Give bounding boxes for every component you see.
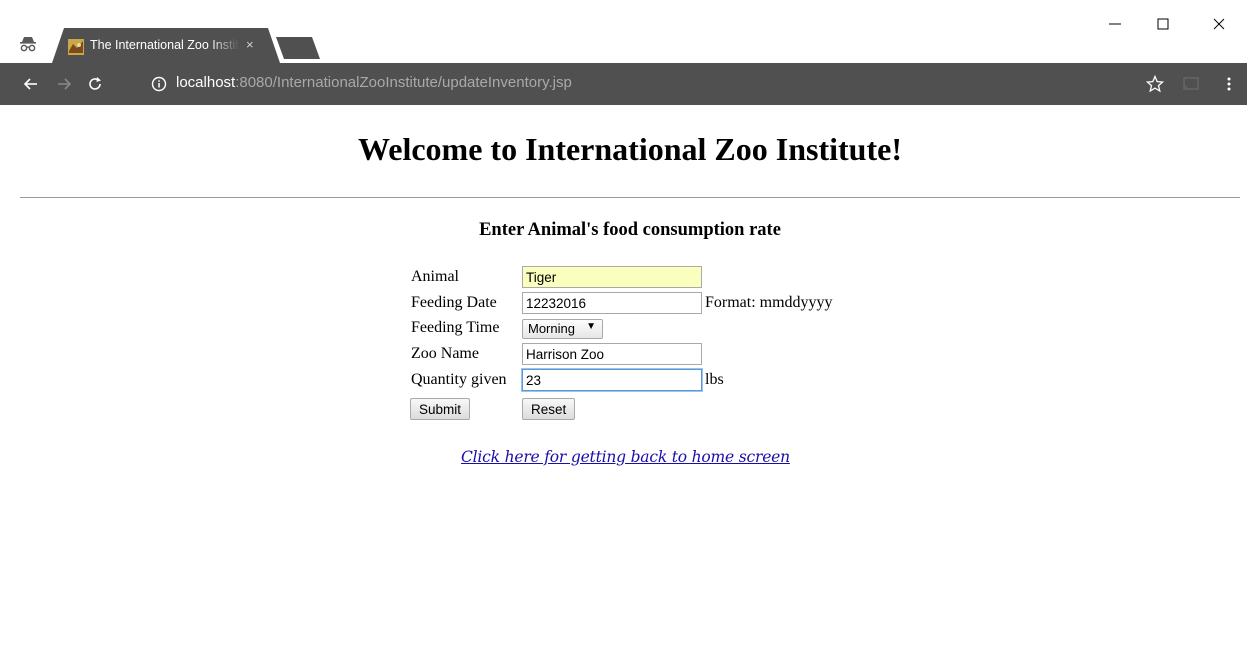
submit-button[interactable]: Submit xyxy=(410,398,471,420)
address-bar[interactable]: localhost:8080/InternationalZooInstitute… xyxy=(149,72,1149,96)
animal-input[interactable] xyxy=(522,266,702,288)
star-icon xyxy=(1146,75,1164,93)
form-heading: Enter Animal's food consumption rate xyxy=(479,220,781,240)
forward-button[interactable] xyxy=(53,73,75,95)
back-button[interactable] xyxy=(20,73,42,95)
reset-button[interactable]: Reset xyxy=(522,398,576,420)
close-button[interactable] xyxy=(1196,8,1242,40)
feeding-time-value: Morning xyxy=(528,321,575,336)
zoo-name-label: Zoo Name xyxy=(411,345,479,362)
title-bar: The International Zoo Institute × xyxy=(0,0,1247,63)
forward-arrow-icon xyxy=(58,78,72,90)
info-icon[interactable] xyxy=(149,73,169,93)
page-title: Welcome to International Zoo Institute! xyxy=(358,131,902,167)
browser-tab[interactable]: The International Zoo Institute × xyxy=(52,28,280,63)
new-tab-button[interactable] xyxy=(276,37,320,59)
home-link[interactable]: Click here for getting back to home scre… xyxy=(461,448,790,466)
quantity-label: Quantity given xyxy=(411,371,507,388)
feeding-time-select[interactable]: Morning ▼ xyxy=(522,319,603,339)
maximize-icon xyxy=(1157,18,1169,30)
feeding-date-input[interactable] xyxy=(522,292,702,314)
cast-icon xyxy=(1183,77,1199,90)
zoo-favicon-icon xyxy=(68,39,84,55)
feeding-time-label: Feeding Time xyxy=(411,319,500,336)
feeding-date-label: Feeding Date xyxy=(411,294,497,311)
minimize-button[interactable] xyxy=(1092,8,1138,40)
minimize-icon xyxy=(1109,23,1121,25)
tab-title: The International Zoo Institute xyxy=(90,38,240,52)
horizontal-rule xyxy=(20,197,1240,198)
url-path: :8080/InternationalZooInstitute/updateIn… xyxy=(235,74,572,91)
quantity-unit: lbs xyxy=(705,371,724,388)
menu-button[interactable] xyxy=(1218,73,1240,95)
reload-button[interactable] xyxy=(84,73,106,95)
date-format-hint: Format: mmddyyyy xyxy=(705,294,833,311)
kebab-menu-icon xyxy=(1227,77,1231,91)
zoo-name-input[interactable] xyxy=(522,343,702,365)
cast-button[interactable] xyxy=(1180,73,1202,95)
back-arrow-icon xyxy=(23,78,37,90)
reload-icon xyxy=(89,77,101,90)
incognito-icon xyxy=(20,37,36,52)
dropdown-caret-icon: ▼ xyxy=(586,321,596,332)
page-content: Welcome to International Zoo Institute! … xyxy=(0,105,1247,658)
quantity-input[interactable] xyxy=(522,369,702,391)
tab-close-icon[interactable]: × xyxy=(246,37,254,52)
maximize-button[interactable] xyxy=(1140,8,1186,40)
url-text: localhost:8080/InternationalZooInstitute… xyxy=(176,74,572,91)
animal-label: Animal xyxy=(411,268,459,285)
browser-toolbar: localhost:8080/InternationalZooInstitute… xyxy=(0,63,1247,105)
bookmark-button[interactable] xyxy=(1144,73,1166,95)
close-icon xyxy=(1213,18,1225,30)
url-host: localhost xyxy=(176,74,236,91)
